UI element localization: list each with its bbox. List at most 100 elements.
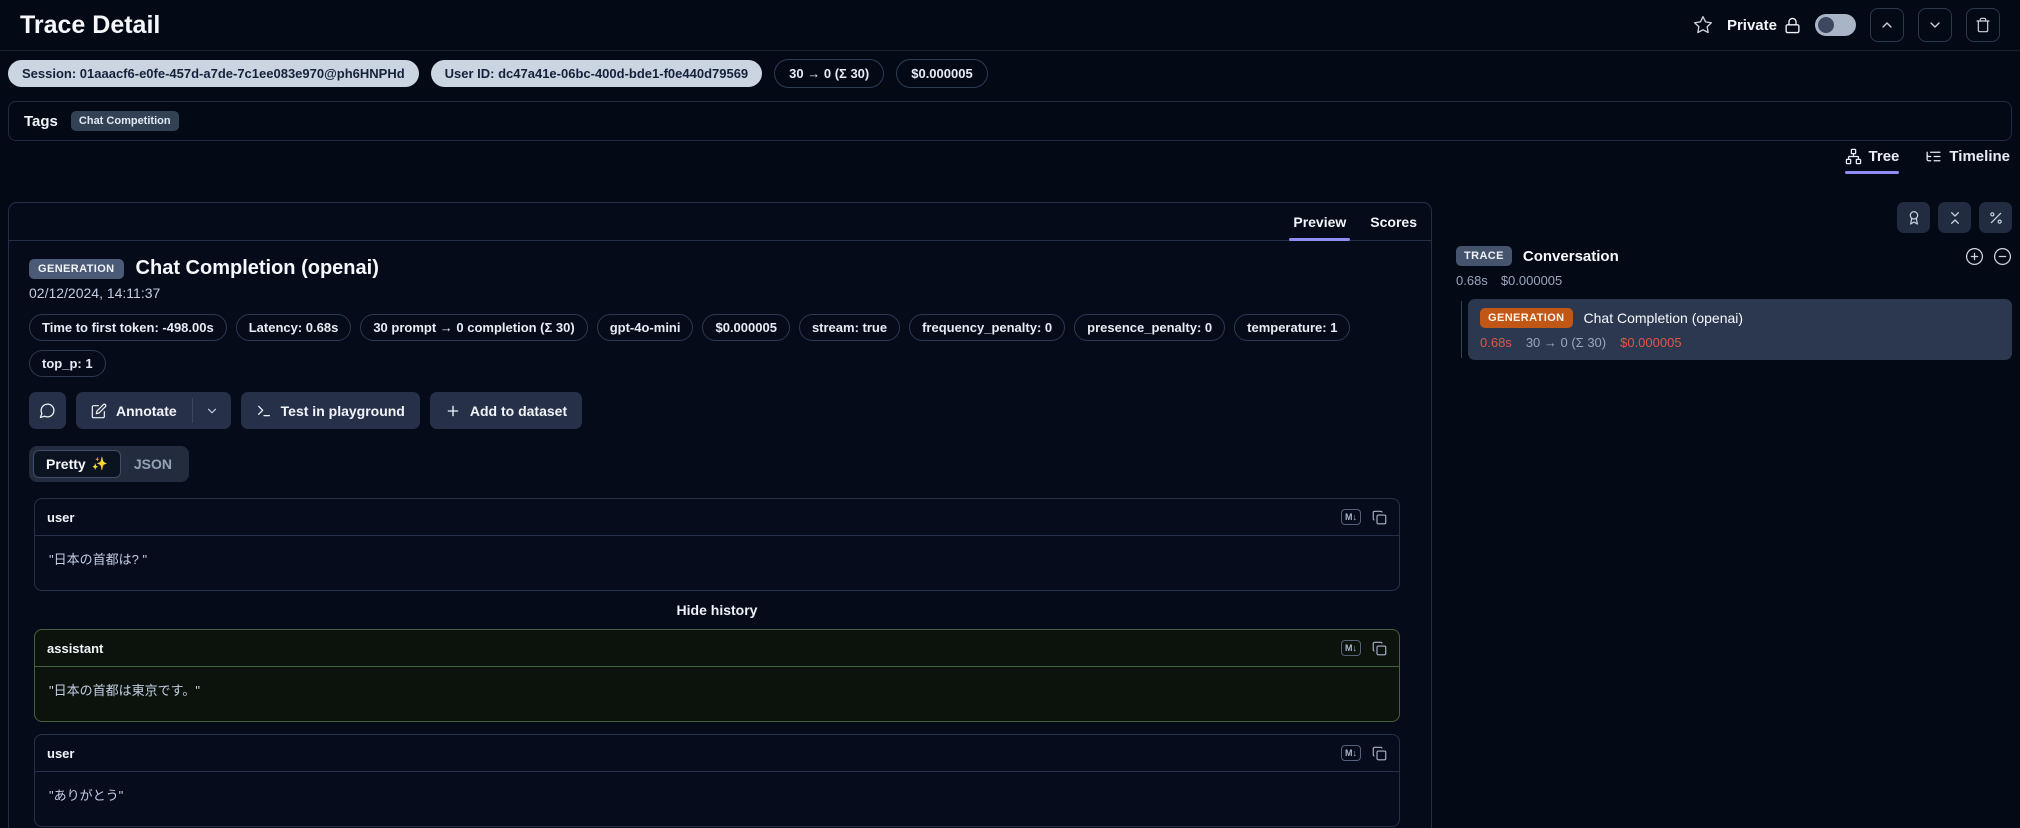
message-header: assistant M↓ xyxy=(35,630,1399,667)
next-trace-button[interactable] xyxy=(1918,8,1952,42)
message-header: user M↓ xyxy=(35,499,1399,536)
timeline-icon xyxy=(1925,148,1942,165)
privacy-label: Private xyxy=(1726,16,1777,34)
previous-trace-button[interactable] xyxy=(1870,8,1904,42)
copy-icon[interactable] xyxy=(1372,510,1387,525)
tags-section[interactable]: Tags Chat Competition xyxy=(8,101,2012,141)
message-tools: M↓ xyxy=(1341,640,1387,656)
message-role: user xyxy=(47,509,75,525)
generation-node-selected[interactable]: GENERATION Chat Completion (openai) 0.68… xyxy=(1468,299,2012,360)
generation-type-badge: GENERATION xyxy=(29,258,124,279)
panel-tabs: Preview Scores xyxy=(9,203,1431,241)
privacy-status: Private xyxy=(1727,17,1801,34)
page-title: Trace Detail xyxy=(20,10,161,39)
badge-cost: $0.000005 xyxy=(702,314,790,341)
session-badge[interactable]: Session: 01aaacf6-e0fe-457d-a7de-7c1ee08… xyxy=(8,60,419,87)
trace-tree-panel: TRACE Conversation 0.68s $0.000005 GENER… xyxy=(1456,202,2012,360)
chevron-down-icon xyxy=(1927,17,1943,33)
markdown-toggle-icon[interactable]: M↓ xyxy=(1341,640,1361,656)
tab-timeline[interactable]: Timeline xyxy=(1925,148,2010,174)
delete-trace-button[interactable] xyxy=(1966,8,2000,42)
message-tools: M↓ xyxy=(1341,745,1387,761)
pretty-label: Pretty xyxy=(46,456,86,472)
tab-tree-label: Tree xyxy=(1868,148,1900,165)
message-header: user M↓ xyxy=(35,735,1399,772)
generation-type-badge: GENERATION xyxy=(1480,308,1573,328)
terminal-icon xyxy=(256,403,272,419)
dataset-label: Add to dataset xyxy=(469,402,568,419)
header-actions: Private xyxy=(1693,8,2000,42)
comment-button[interactable] xyxy=(29,392,66,429)
star-icon[interactable] xyxy=(1693,15,1713,35)
circle-plus-icon[interactable] xyxy=(1965,247,1984,266)
badge-latency: Latency: 0.68s xyxy=(235,314,352,341)
messages-list: user M↓ "日本の首都は? " Hide history assistan… xyxy=(34,498,1400,828)
view-tabs: Tree Timeline xyxy=(1844,148,2010,174)
badge-temperature: temperature: 1 xyxy=(1234,314,1351,341)
annotate-split-button: Annotate xyxy=(76,392,231,429)
badge-time-to-first-token: Time to first token: -498.00s xyxy=(29,314,227,341)
message-assistant: assistant M↓ "日本の首都は東京です。" xyxy=(34,629,1400,722)
trace-title: Conversation xyxy=(1522,247,1619,265)
generation-latency: 0.68s xyxy=(1480,335,1512,350)
format-json-button[interactable]: JSON xyxy=(121,450,185,478)
award-icon xyxy=(1906,210,1922,226)
trace-type-badge: TRACE xyxy=(1456,246,1512,266)
markdown-toggle-icon[interactable]: M↓ xyxy=(1341,509,1361,525)
format-toggle: Pretty ✨ JSON xyxy=(29,446,189,482)
generation-node-title: Chat Completion (openai) xyxy=(1583,310,1744,326)
parameter-badges: Time to first token: -498.00s Latency: 0… xyxy=(29,314,1405,377)
message-content: "日本の首都は東京です。" xyxy=(49,683,200,698)
playground-label: Test in playground xyxy=(280,402,405,419)
badge-presence-penalty: presence_penalty: 0 xyxy=(1074,314,1226,341)
badge-top-p: top_p: 1 xyxy=(29,350,106,377)
trace-root-node[interactable]: TRACE Conversation xyxy=(1456,246,2012,266)
format-pretty-button[interactable]: Pretty ✨ xyxy=(33,450,121,478)
test-in-playground-button[interactable]: Test in playground xyxy=(240,392,420,429)
tab-scores[interactable]: Scores xyxy=(1370,203,1417,240)
tree-children: GENERATION Chat Completion (openai) 0.68… xyxy=(1456,299,2012,360)
tab-tree[interactable]: Tree xyxy=(1844,148,1900,174)
copy-icon[interactable] xyxy=(1372,641,1387,656)
tab-timeline-label: Timeline xyxy=(1949,148,2010,165)
generation-cost: $0.000005 xyxy=(1620,335,1682,350)
sparkles-icon: ✨ xyxy=(91,456,108,471)
annotate-label: Annotate xyxy=(116,402,177,419)
chevron-up-icon xyxy=(1879,17,1895,33)
message-user-1: user M↓ "日本の首都は? " xyxy=(34,498,1400,591)
metrics-toggle-button[interactable] xyxy=(1979,202,2012,233)
collapse-all-button[interactable] xyxy=(1938,202,1971,233)
chevron-down-icon xyxy=(205,404,219,418)
message-content: "日本の首都は? " xyxy=(49,552,148,567)
action-buttons: Annotate Test in playground Add to datas… xyxy=(29,392,1405,429)
user-id-badge[interactable]: User ID: dc47a41e-06bc-400d-bde1-f0e440d… xyxy=(430,60,763,87)
badge-model[interactable]: gpt-4o-mini xyxy=(596,314,694,341)
plus-icon xyxy=(445,403,461,419)
percent-icon xyxy=(1988,210,2004,226)
trace-cost: $0.000005 xyxy=(1500,273,1563,288)
panel-body: GENERATION Chat Completion (openai) 02/1… xyxy=(9,241,1431,828)
observation-timestamp: 02/12/2024, 14:11:37 xyxy=(29,285,161,301)
token-usage-badge: 30 → 0 (Σ 30) xyxy=(774,59,885,88)
observation-title: Chat Completion (openai) xyxy=(135,257,379,279)
badge-token-counts: 30 prompt → 0 completion (Σ 30) xyxy=(360,314,588,341)
tab-preview[interactable]: Preview xyxy=(1289,203,1351,241)
annotate-dropdown-button[interactable] xyxy=(193,392,231,429)
tag-chip[interactable]: Chat Competition xyxy=(70,111,179,131)
trash-icon xyxy=(1975,17,1991,33)
annotate-button[interactable]: Annotate xyxy=(76,392,192,429)
privacy-toggle[interactable] xyxy=(1815,14,1856,36)
collapse-icon xyxy=(1947,210,1963,226)
add-to-dataset-button[interactable]: Add to dataset xyxy=(429,392,583,429)
message-content: "ありがとう" xyxy=(49,788,124,803)
tags-label: Tags xyxy=(24,112,58,130)
tree-icon xyxy=(1845,148,1862,165)
markdown-toggle-icon[interactable]: M↓ xyxy=(1341,745,1361,761)
scores-toggle-button[interactable] xyxy=(1897,202,1930,233)
trace-metrics: 0.68s $0.000005 xyxy=(1456,273,2012,288)
hide-history-button[interactable]: Hide history xyxy=(34,591,1400,629)
observation-header: GENERATION Chat Completion (openai) xyxy=(29,257,1405,280)
circle-minus-icon[interactable] xyxy=(1993,247,2012,266)
copy-icon[interactable] xyxy=(1372,746,1387,761)
